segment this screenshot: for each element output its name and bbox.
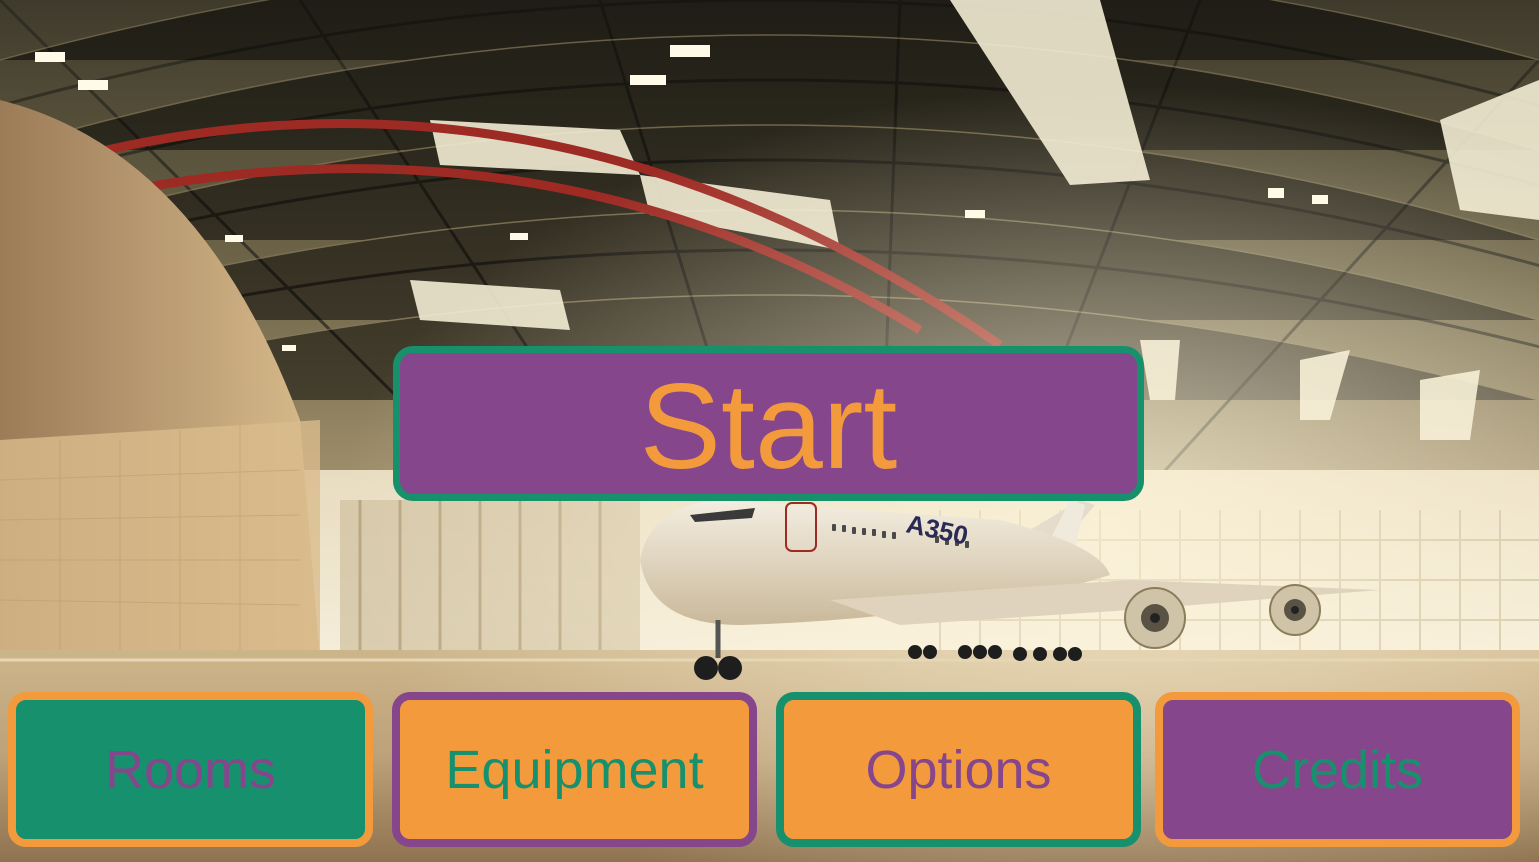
rooms-button[interactable]: Rooms bbox=[8, 692, 373, 847]
options-button-label: Options bbox=[865, 739, 1052, 800]
equipment-button[interactable]: Equipment bbox=[392, 692, 757, 847]
rooms-button-label: Rooms bbox=[104, 739, 277, 800]
start-button-label: Start bbox=[639, 357, 898, 494]
title-screen: A350 Start Rooms Equipment Options Credi… bbox=[0, 0, 1539, 862]
options-button[interactable]: Options bbox=[776, 692, 1141, 847]
credits-button[interactable]: Credits bbox=[1155, 692, 1520, 847]
start-button[interactable]: Start bbox=[393, 346, 1144, 501]
equipment-button-label: Equipment bbox=[445, 739, 704, 800]
credits-button-label: Credits bbox=[1251, 739, 1424, 800]
